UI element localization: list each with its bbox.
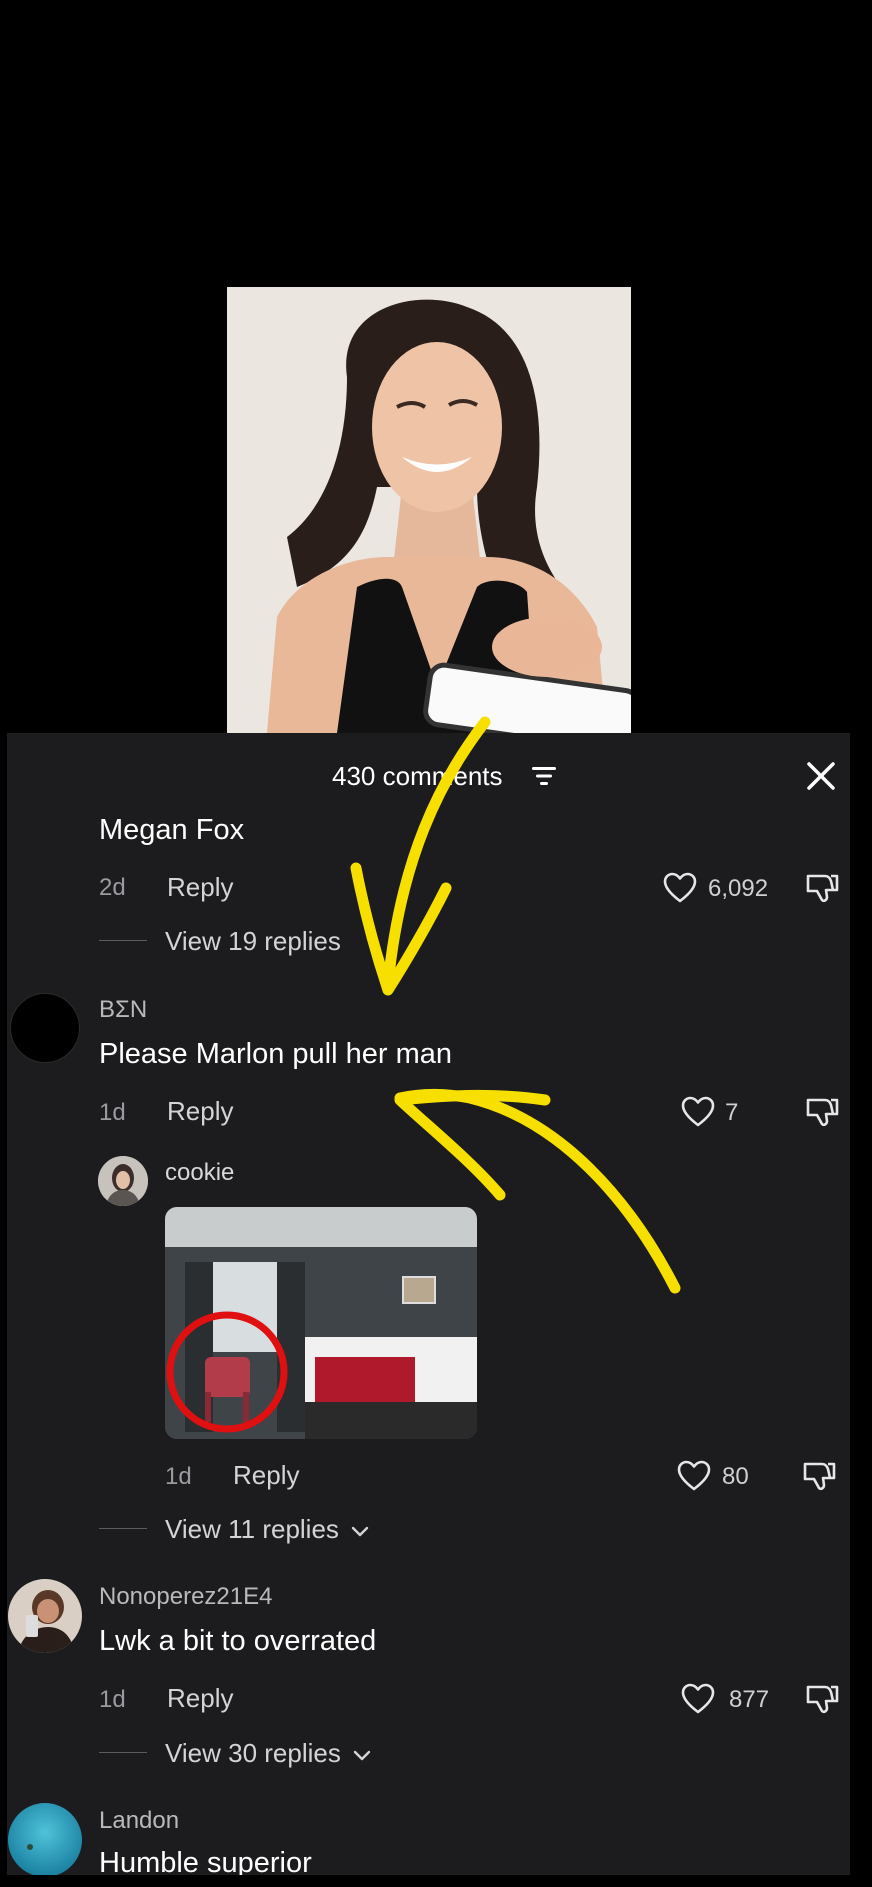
replies-divider xyxy=(99,1528,147,1529)
comments-header: 430 comments xyxy=(7,733,850,817)
comment-author[interactable]: Landon xyxy=(99,1807,179,1835)
thumbs-down-icon[interactable] xyxy=(805,1682,839,1716)
heart-icon[interactable] xyxy=(663,872,697,904)
comment-text: Humble superior xyxy=(99,1847,312,1875)
like-count: 877 xyxy=(729,1686,770,1713)
replies-divider xyxy=(99,1752,147,1753)
view-replies-button[interactable]: View 11 replies xyxy=(165,1514,370,1545)
heart-icon[interactable] xyxy=(681,1096,715,1128)
reply-author[interactable]: cookie xyxy=(165,1159,234,1187)
avatar[interactable] xyxy=(8,1579,82,1653)
avatar[interactable] xyxy=(8,1803,82,1875)
video-player[interactable] xyxy=(0,0,872,733)
chevron-down-icon xyxy=(353,1750,371,1761)
like-count: 7 xyxy=(725,1099,739,1126)
chevron-down-icon xyxy=(351,1526,369,1537)
avatar-image xyxy=(98,1156,148,1206)
avatar-image xyxy=(8,1803,82,1875)
replies-divider xyxy=(99,940,147,941)
thumbs-down-icon[interactable] xyxy=(805,1095,839,1129)
comment-author[interactable]: BΣN xyxy=(99,996,147,1024)
reply-button[interactable]: Reply xyxy=(167,1096,233,1127)
like-count: 6,092 xyxy=(708,875,769,902)
view-replies-button[interactable]: View 30 replies xyxy=(165,1738,372,1769)
reply-button[interactable]: Reply xyxy=(167,1683,233,1714)
hotel-room-image xyxy=(165,1207,477,1439)
like-count: 80 xyxy=(722,1463,749,1490)
comment-time: 2d xyxy=(99,874,126,901)
view-replies-button[interactable]: View 19 replies xyxy=(165,926,341,957)
reply-button[interactable]: Reply xyxy=(233,1460,299,1491)
heart-icon[interactable] xyxy=(677,1460,711,1492)
view-replies-label: View 30 replies xyxy=(165,1738,341,1768)
reply-time: 1d xyxy=(165,1463,192,1490)
comment-text: Lwk a bit to overrated xyxy=(99,1625,377,1657)
comment-time: 1d xyxy=(99,1099,126,1126)
sort-filter-icon[interactable] xyxy=(532,765,556,787)
avatar-image xyxy=(8,1579,82,1653)
avatar[interactable] xyxy=(10,993,80,1063)
reply-button[interactable]: Reply xyxy=(167,872,233,903)
comment-author[interactable]: Nonoperez21E4 xyxy=(99,1583,272,1611)
comments-sheet: 430 comments Megan Fox 2d Reply 6,092 Vi… xyxy=(7,733,850,1875)
thumbs-down-icon[interactable] xyxy=(802,1459,836,1493)
video-frame-image xyxy=(227,287,631,733)
comment-time: 1d xyxy=(99,1686,126,1713)
reply-image-attachment[interactable] xyxy=(165,1207,477,1439)
thumbs-down-icon[interactable] xyxy=(805,871,839,905)
view-replies-label: View 11 replies xyxy=(165,1514,339,1544)
avatar[interactable] xyxy=(98,1156,148,1206)
video-thumbnail xyxy=(227,287,631,733)
close-icon[interactable] xyxy=(803,758,839,794)
comment-text: Megan Fox xyxy=(99,814,245,846)
comment-text: Please Marlon pull her man xyxy=(99,1038,453,1070)
comment-count-title: 430 comments xyxy=(332,761,503,791)
heart-icon[interactable] xyxy=(681,1683,715,1715)
